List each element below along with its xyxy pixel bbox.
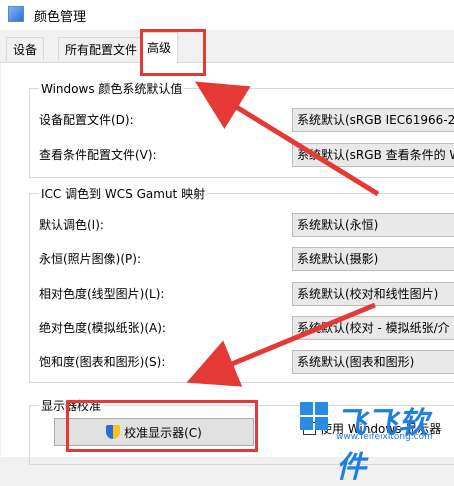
watermark-text: 飞飞软件	[336, 406, 429, 485]
annotation-arrows	[186, 81, 380, 387]
watermark-logo-icon	[300, 402, 330, 432]
watermark-url: www.feifeixitong.com	[336, 432, 433, 442]
arrow-to-advanced-tab	[194, 81, 380, 197]
arrow-to-calibrate-button	[186, 302, 376, 387]
